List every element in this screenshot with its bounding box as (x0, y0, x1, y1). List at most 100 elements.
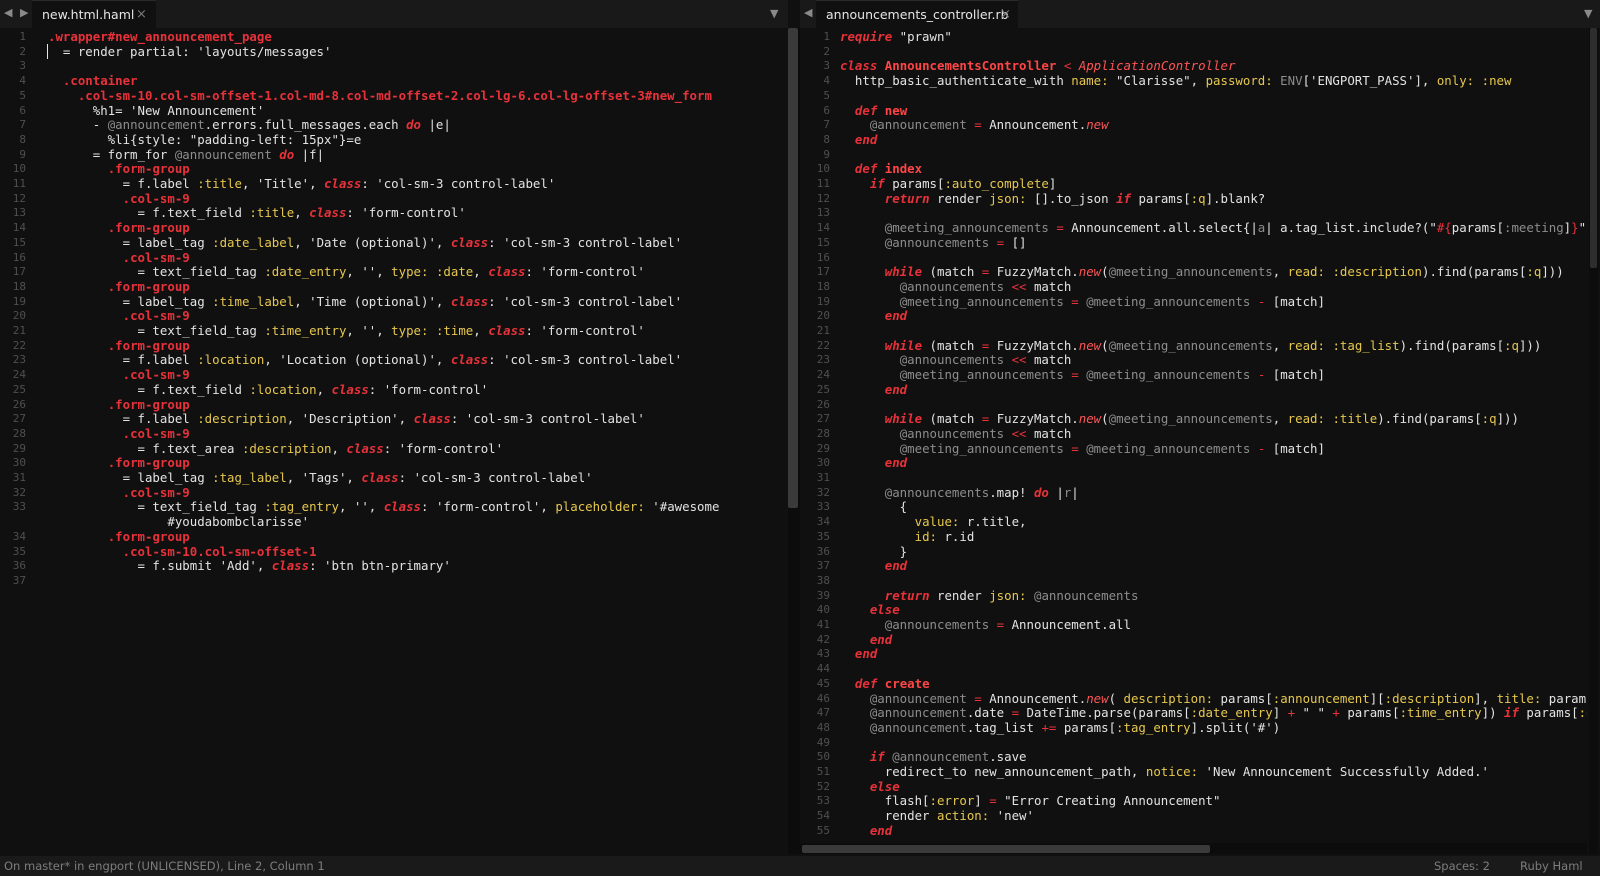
code-line[interactable]: 29 @meeting_announcements = @meeting_ann… (800, 441, 1587, 456)
code-line[interactable]: 53 flash[:error] = "Error Creating Annou… (800, 793, 1587, 808)
code-line[interactable]: 51 redirect_to new_announcement_path, no… (800, 764, 1587, 779)
code-line[interactable]: 20 end (800, 308, 1587, 323)
code-line[interactable]: 40 else (800, 602, 1587, 617)
code-line[interactable]: 12 .col-sm-9 (0, 191, 788, 206)
code-line[interactable]: 41 @announcements = Announcement.all (800, 617, 1587, 632)
code-line[interactable]: 30 end (800, 455, 1587, 470)
code-line[interactable]: 20 .col-sm-9 (0, 308, 788, 323)
code-line[interactable]: 5 .col-sm-10.col-sm-offset-1.col-md-8.co… (0, 88, 788, 103)
code-line[interactable]: 24 .col-sm-9 (0, 367, 788, 382)
code-line[interactable]: 28 @announcements << match (800, 426, 1587, 441)
code-line[interactable]: 2 (800, 44, 1587, 59)
code-line[interactable]: 52 else (800, 779, 1587, 794)
tab-new-html-haml[interactable]: new.html.haml × (32, 0, 156, 28)
code-line[interactable]: 17 while (match = FuzzyMatch.new(@meetin… (800, 264, 1587, 279)
code-line[interactable]: 46 @announcement = Announcement.new( des… (800, 691, 1587, 706)
code-line[interactable]: 14 .form-group (0, 220, 788, 235)
code-line[interactable]: 8 end (800, 132, 1587, 147)
code-line[interactable]: 3 class AnnouncementsController < Applica… (800, 58, 1587, 73)
code-line[interactable]: 5 (800, 88, 1587, 103)
code-line[interactable]: 10 .form-group (0, 161, 788, 176)
code-line[interactable]: 23 = f.label :location, 'Location (optio… (0, 352, 788, 367)
code-line[interactable]: 36 } (800, 544, 1587, 559)
code-line[interactable]: 1 require "prawn" (800, 29, 1587, 44)
code-line[interactable]: 26 (800, 397, 1587, 412)
close-icon[interactable]: × (1000, 1, 1011, 29)
code-line[interactable]: 9 = form_for @announcement do |f| (0, 147, 788, 162)
code-line[interactable]: 32 @announcements.map! do |r| (800, 485, 1587, 500)
code-line[interactable]: 18 .form-group (0, 279, 788, 294)
code-line[interactable]: 6 def new (800, 103, 1587, 118)
code-line[interactable]: 19 @meeting_announcements = @meeting_ann… (800, 294, 1587, 309)
code-line[interactable]: 13 (800, 205, 1587, 220)
code-line[interactable]: 18 @announcements << match (800, 279, 1587, 294)
left-vertical-scrollbar[interactable] (788, 28, 798, 508)
code-line[interactable]: 8 %li{style: "padding-left: 15px"}=e (0, 132, 788, 147)
tab-scroll-left-icon[interactable]: ◀ (804, 6, 812, 19)
code-line[interactable]: 28 .col-sm-9 (0, 426, 788, 441)
code-line[interactable]: 6 %h1= 'New Announcement' (0, 103, 788, 118)
code-line[interactable]: 37 end (800, 558, 1587, 573)
code-line[interactable]: 44 (800, 661, 1587, 676)
code-line[interactable]: 29 = f.text_area :description, class: 'f… (0, 441, 788, 456)
code-line[interactable]: 25 end (800, 382, 1587, 397)
horizontal-scrollbar-thumb[interactable] (802, 845, 1210, 853)
close-icon[interactable]: × (136, 1, 147, 29)
code-line[interactable]: 30 .form-group (0, 455, 788, 470)
code-line[interactable]: 16 (800, 250, 1587, 265)
code-line[interactable]: 4 http_basic_authenticate_with name: "Cl… (800, 73, 1587, 88)
code-line[interactable]: 15 @announcements = [] (800, 235, 1587, 250)
code-line[interactable]: 12 return render json: [].to_json if par… (800, 191, 1587, 206)
code-line[interactable]: 31 (800, 470, 1587, 485)
code-line[interactable]: 37 (0, 573, 788, 588)
code-line[interactable]: 14 @meeting_announcements = Announcement… (800, 220, 1587, 235)
code-line[interactable]: 17 = text_field_tag :date_entry, '', typ… (0, 264, 788, 279)
code-line[interactable]: 3 (0, 58, 788, 73)
code-line[interactable]: 9 (800, 147, 1587, 162)
code-line[interactable]: 13 = f.text_field :title, class: 'form-c… (0, 205, 788, 220)
code-line[interactable]: 15 = label_tag :date_label, 'Date (optio… (0, 235, 788, 250)
code-line[interactable]: 36 = f.submit 'Add', class: 'btn btn-pri… (0, 558, 788, 573)
code-line[interactable]: 11 if params[:auto_complete] (800, 176, 1587, 191)
code-line[interactable]: 48 @announcement.tag_list += params[:tag… (800, 720, 1587, 735)
editor-pane-right[interactable]: 1 require "prawn" 2 3 class AnnouncementsCon… (800, 28, 1587, 854)
code-line[interactable]: 27 while (match = FuzzyMatch.new(@meetin… (800, 411, 1587, 426)
code-line[interactable]: 50 if @announcement.save (800, 749, 1587, 764)
code-line[interactable]: 27 = f.label :description, 'Description'… (0, 411, 788, 426)
code-line[interactable]: 16 .col-sm-9 (0, 250, 788, 265)
code-line[interactable]: 38 (800, 573, 1587, 588)
code-line[interactable]: 22 while (match = FuzzyMatch.new(@meetin… (800, 338, 1587, 353)
code-line[interactable]: 2 = render partial: 'layouts/messages' (0, 43, 788, 59)
tab-scroll-left-icon[interactable]: ◀ (4, 6, 12, 19)
code-line[interactable]: 25 = f.text_field :location, class: 'for… (0, 382, 788, 397)
code-line[interactable]: 19 = label_tag :time_label, 'Time (optio… (0, 294, 788, 309)
code-line[interactable]: 35 .col-sm-10.col-sm-offset-1 (0, 544, 788, 559)
code-line[interactable]: 23 @announcements << match (800, 352, 1587, 367)
code-line[interactable]: 7 @announcement = Announcement.new (800, 117, 1587, 132)
code-line[interactable]: 21 (800, 323, 1587, 338)
code-line[interactable]: #youdabombclarisse' (0, 514, 788, 529)
code-line[interactable]: 11 = f.label :title, 'Title', class: 'co… (0, 176, 788, 191)
code-line[interactable]: 49 (800, 735, 1587, 750)
code-line[interactable]: 35 id: r.id (800, 529, 1587, 544)
status-syntax[interactable]: Ruby Haml (1520, 856, 1583, 876)
code-line[interactable]: 31 = label_tag :tag_label, 'Tags', class… (0, 470, 788, 485)
code-line[interactable]: 10 def index (800, 161, 1587, 176)
code-line[interactable]: 26 .form-group (0, 397, 788, 412)
code-line[interactable]: 33 { (800, 499, 1587, 514)
code-line[interactable]: 22 .form-group (0, 338, 788, 353)
code-line[interactable]: 39 return render json: @announcements (800, 588, 1587, 603)
code-line[interactable]: 47 @announcement.date = DateTime.parse(p… (800, 705, 1587, 720)
code-line[interactable]: 21 = text_field_tag :time_entry, '', typ… (0, 323, 788, 338)
code-line[interactable]: 43 end (800, 646, 1587, 661)
code-line[interactable]: 54 render action: 'new' (800, 808, 1587, 823)
code-line[interactable]: 4 .container (0, 73, 788, 88)
code-line[interactable]: 45 def create (800, 676, 1587, 691)
code-line[interactable]: 34 .form-group (0, 529, 788, 544)
right-vertical-scrollbar-thumb[interactable] (1590, 28, 1597, 268)
tab-list-dropdown-icon[interactable]: ▼ (1584, 7, 1592, 20)
code-line[interactable]: 33 = text_field_tag :tag_entry, '', clas… (0, 499, 788, 514)
code-line[interactable]: 55 end (800, 823, 1587, 838)
code-line[interactable]: 32 .col-sm-9 (0, 485, 788, 500)
code-line[interactable]: 1 .wrapper#new_announcement_page (0, 29, 788, 44)
